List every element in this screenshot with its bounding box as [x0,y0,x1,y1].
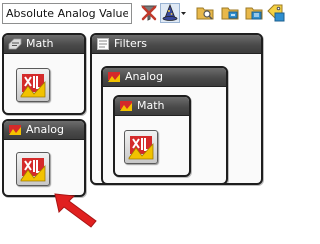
clear-filter-button[interactable] [139,3,159,23]
analog-panel-title: Analog [26,123,65,136]
analog-filter-title: Analog [125,70,164,83]
wizard-dropdown-button[interactable] [160,3,188,23]
math-panel[interactable]: Math [2,33,86,115]
tag-search-button[interactable] [266,3,286,23]
math-filter-panel[interactable]: Math [113,95,191,177]
filters-panel[interactable]: Filters Analog Math [90,33,263,185]
analog-filter-panel[interactable]: Analog Math [101,66,228,183]
analog-block-icon [20,158,46,182]
analog-category-icon [108,72,120,82]
folder-network-button[interactable] [220,3,240,23]
tag-search-icon [267,4,285,22]
wizard-hat-icon [160,3,186,23]
folder-list-button[interactable] [244,3,264,23]
filters-icon [97,38,109,50]
folder-network-icon [221,7,239,20]
analog-block[interactable] [16,152,50,186]
math-panel-header[interactable]: Math [4,35,84,54]
analog-category-icon [9,125,21,135]
analog-panel[interactable]: Analog [2,119,86,197]
folder-list-icon [245,7,263,20]
analog-filter-header[interactable]: Analog [103,68,226,87]
toolbar [0,0,287,30]
analog-block-icon [20,74,46,98]
filters-panel-title: Filters [114,37,147,50]
search-input[interactable] [2,3,132,24]
math-block[interactable] [16,68,50,102]
folder-search-button[interactable] [195,3,215,23]
clear-filter-icon [140,5,158,21]
math-filter-title: Math [137,99,165,112]
math-panel-title: Math [26,37,54,50]
math-filter-block[interactable] [124,130,158,164]
math-category-icon [8,38,22,50]
analog-category-icon [120,101,132,111]
analog-panel-header[interactable]: Analog [4,121,84,140]
analog-block-icon [128,136,154,160]
folder-search-icon [196,7,214,20]
math-filter-header[interactable]: Math [115,97,189,116]
pointer-arrow-icon [54,193,97,228]
filters-panel-header[interactable]: Filters [92,35,261,54]
